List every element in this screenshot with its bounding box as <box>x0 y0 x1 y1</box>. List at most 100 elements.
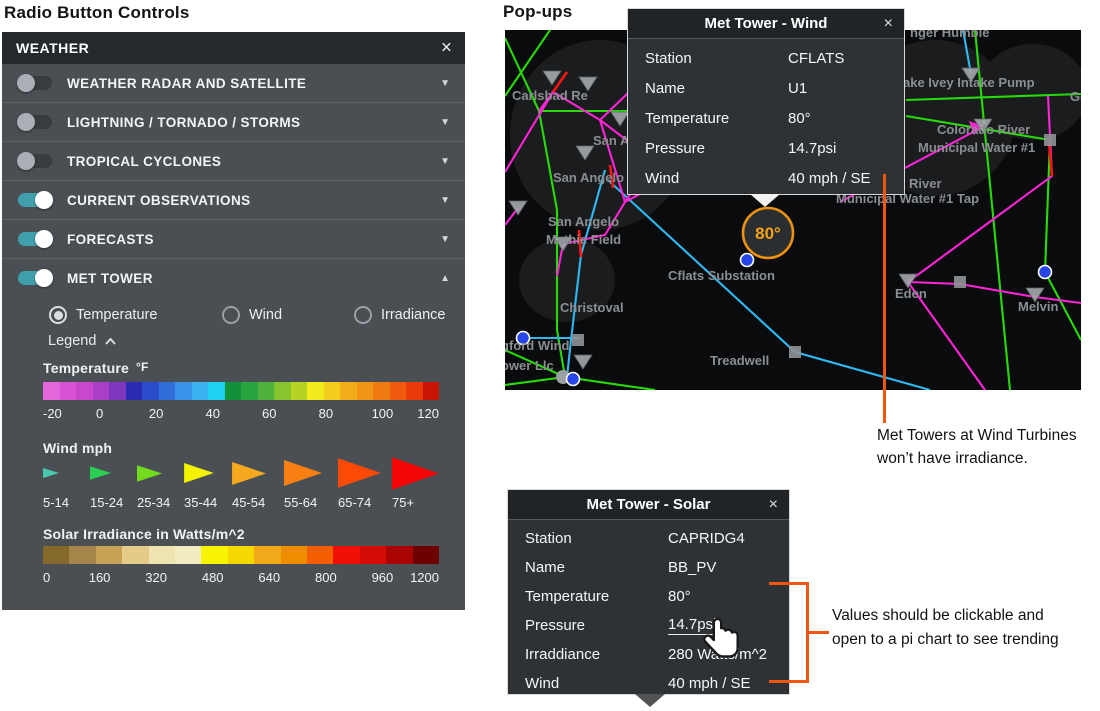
close-icon[interactable]: × <box>884 16 893 32</box>
radio-temperature[interactable]: Temperature <box>49 306 157 324</box>
chevron-down-icon[interactable]: ▼ <box>440 78 450 89</box>
chevron-down-icon[interactable]: ▼ <box>440 195 450 206</box>
wind-arrow-icon <box>232 456 284 490</box>
popup-row-name: NameU1 <box>628 73 904 103</box>
annotation-bracket-bottom <box>769 680 809 683</box>
color-swatch <box>423 382 440 400</box>
color-swatch <box>43 546 69 564</box>
chevron-down-icon[interactable]: ▼ <box>440 156 450 167</box>
popup-value-pressure[interactable]: 14.7psi <box>788 140 836 157</box>
popup-value-wind[interactable]: 40 mph / SE <box>788 170 871 187</box>
popup-row-name: NameBB_PV <box>508 553 789 582</box>
toggle-weather-radar-and-satellite[interactable] <box>18 76 52 90</box>
layer-row-weather-radar-and-satellite[interactable]: WEATHER RADAR AND SATELLITE▼ <box>2 64 465 103</box>
popup-row-station: Station CFLATS <box>628 43 904 73</box>
popup-header: Met Tower - Solar × <box>508 490 789 520</box>
popup-row-label: Station <box>645 50 692 67</box>
map-label: Municipal Water #1 <box>918 140 1035 155</box>
substation-dot[interactable] <box>1039 266 1052 279</box>
tower-marker[interactable] <box>574 355 592 369</box>
layer-row-met-tower[interactable]: MET TOWER▲ <box>2 259 465 297</box>
radio-wind[interactable]: Wind <box>222 306 282 324</box>
popup-value-wind[interactable]: 40 mph / SE <box>668 675 751 692</box>
color-swatch <box>274 382 291 400</box>
chevron-down-icon[interactable]: ▼ <box>440 117 450 128</box>
substation-dot[interactable] <box>741 254 754 267</box>
radio-circle-icon <box>49 306 67 324</box>
color-swatch <box>60 382 77 400</box>
tower-marker[interactable] <box>509 201 527 215</box>
chevron-up-icon[interactable]: ▲ <box>440 273 450 284</box>
color-swatch <box>201 546 227 564</box>
square-marker[interactable] <box>954 276 966 288</box>
popup-value-name[interactable]: BB_PV <box>668 559 716 576</box>
color-swatch <box>69 546 95 564</box>
legend-toggle[interactable]: Legend <box>48 333 116 349</box>
wind-bin-25-34: 25-34 <box>137 456 184 510</box>
popup-body: StationCFLATSNameU1Temperature80°Pressur… <box>628 39 904 193</box>
layer-row-lightning-tornado-storms[interactable]: LIGHTNING / TORNADO / STORMS▼ <box>2 103 465 142</box>
layer-toggle-list: WEATHER RADAR AND SATELLITE▼LIGHTNING / … <box>2 64 465 297</box>
color-swatch <box>307 546 333 564</box>
color-swatch <box>291 382 308 400</box>
popup-value-temperature[interactable]: 80° <box>668 588 691 605</box>
layer-row-forecasts[interactable]: FORECASTS▼ <box>2 220 465 259</box>
layer-row-tropical-cyclones[interactable]: TROPICAL CYCLONES▼ <box>2 142 465 181</box>
legend-label: Legend <box>48 333 96 349</box>
popup-row-pressure: Pressure14.7psi <box>508 611 789 640</box>
wind-arrow-icon <box>137 456 184 490</box>
color-swatch <box>76 382 93 400</box>
color-swatch <box>93 382 110 400</box>
popup-value-temperature[interactable]: 80° <box>788 110 811 127</box>
color-swatch <box>390 382 407 400</box>
square-marker[interactable] <box>572 334 584 346</box>
toggle-lightning-tornado-storms[interactable] <box>18 115 52 129</box>
toggle-knob <box>17 74 35 92</box>
wind-arrow-icon <box>43 456 90 490</box>
map-label: Mathie Field <box>546 232 621 247</box>
temperature-badge-value[interactable]: 80° <box>755 224 781 243</box>
map-label: ake Ivey Intake Pump <box>903 75 1035 90</box>
green-transmission-line[interactable] <box>505 377 565 385</box>
wind-arrow-icon <box>392 456 442 490</box>
tick-label: 20 <box>149 406 163 421</box>
radio-irradiance[interactable]: Irradiance <box>354 306 445 324</box>
tick-label: 960 <box>372 570 394 585</box>
color-swatch <box>192 382 209 400</box>
chevron-down-icon[interactable]: ▼ <box>440 234 450 245</box>
map-label: Colorado River <box>937 122 1030 137</box>
toggle-current-observations[interactable] <box>18 193 52 207</box>
toggle-forecasts[interactable] <box>18 232 52 246</box>
layer-row-current-observations[interactable]: CURRENT OBSERVATIONS▼ <box>2 181 465 220</box>
popup-value-name[interactable]: U1 <box>788 80 807 97</box>
green-transmission-line[interactable] <box>1045 140 1050 272</box>
color-swatch <box>228 546 254 564</box>
color-swatch <box>175 382 192 400</box>
map-label: gford Wind <box>505 338 570 353</box>
color-swatch <box>126 382 143 400</box>
popup-value-station[interactable]: CFLATS <box>788 50 844 67</box>
popup-row-wind: Wind40 mph / SE <box>628 163 904 193</box>
color-swatch <box>96 546 122 564</box>
popup-header: Met Tower - Wind × <box>628 9 904 39</box>
wind-bin-label: 75+ <box>392 495 442 510</box>
tick-label: 320 <box>145 570 167 585</box>
popup-value-station[interactable]: CAPRIDG4 <box>668 530 745 547</box>
toggle-tropical-cyclones[interactable] <box>18 154 52 168</box>
toggle-met-tower[interactable] <box>18 271 52 285</box>
close-icon[interactable]: × <box>769 497 778 513</box>
square-marker[interactable] <box>1044 134 1056 146</box>
color-swatch <box>175 546 201 564</box>
substation-dot[interactable] <box>567 373 580 386</box>
wind-annotation-note: Met Towers at Wind Turbines won’t have i… <box>877 424 1089 470</box>
square-marker[interactable] <box>789 346 801 358</box>
temperature-scale-ticks: -20020406080100120 <box>43 406 439 421</box>
wind-bin-label: 65-74 <box>338 495 392 510</box>
toggle-knob <box>35 230 53 248</box>
wind-bin-35-44: 35-44 <box>184 456 232 510</box>
wind-bin-label: 15-24 <box>90 495 137 510</box>
color-swatch <box>159 382 176 400</box>
solar-annotation-note: Values should be clickable and open to a… <box>832 604 1076 652</box>
close-icon[interactable]: × <box>441 39 452 58</box>
popup-row-label: Wind <box>525 675 559 692</box>
